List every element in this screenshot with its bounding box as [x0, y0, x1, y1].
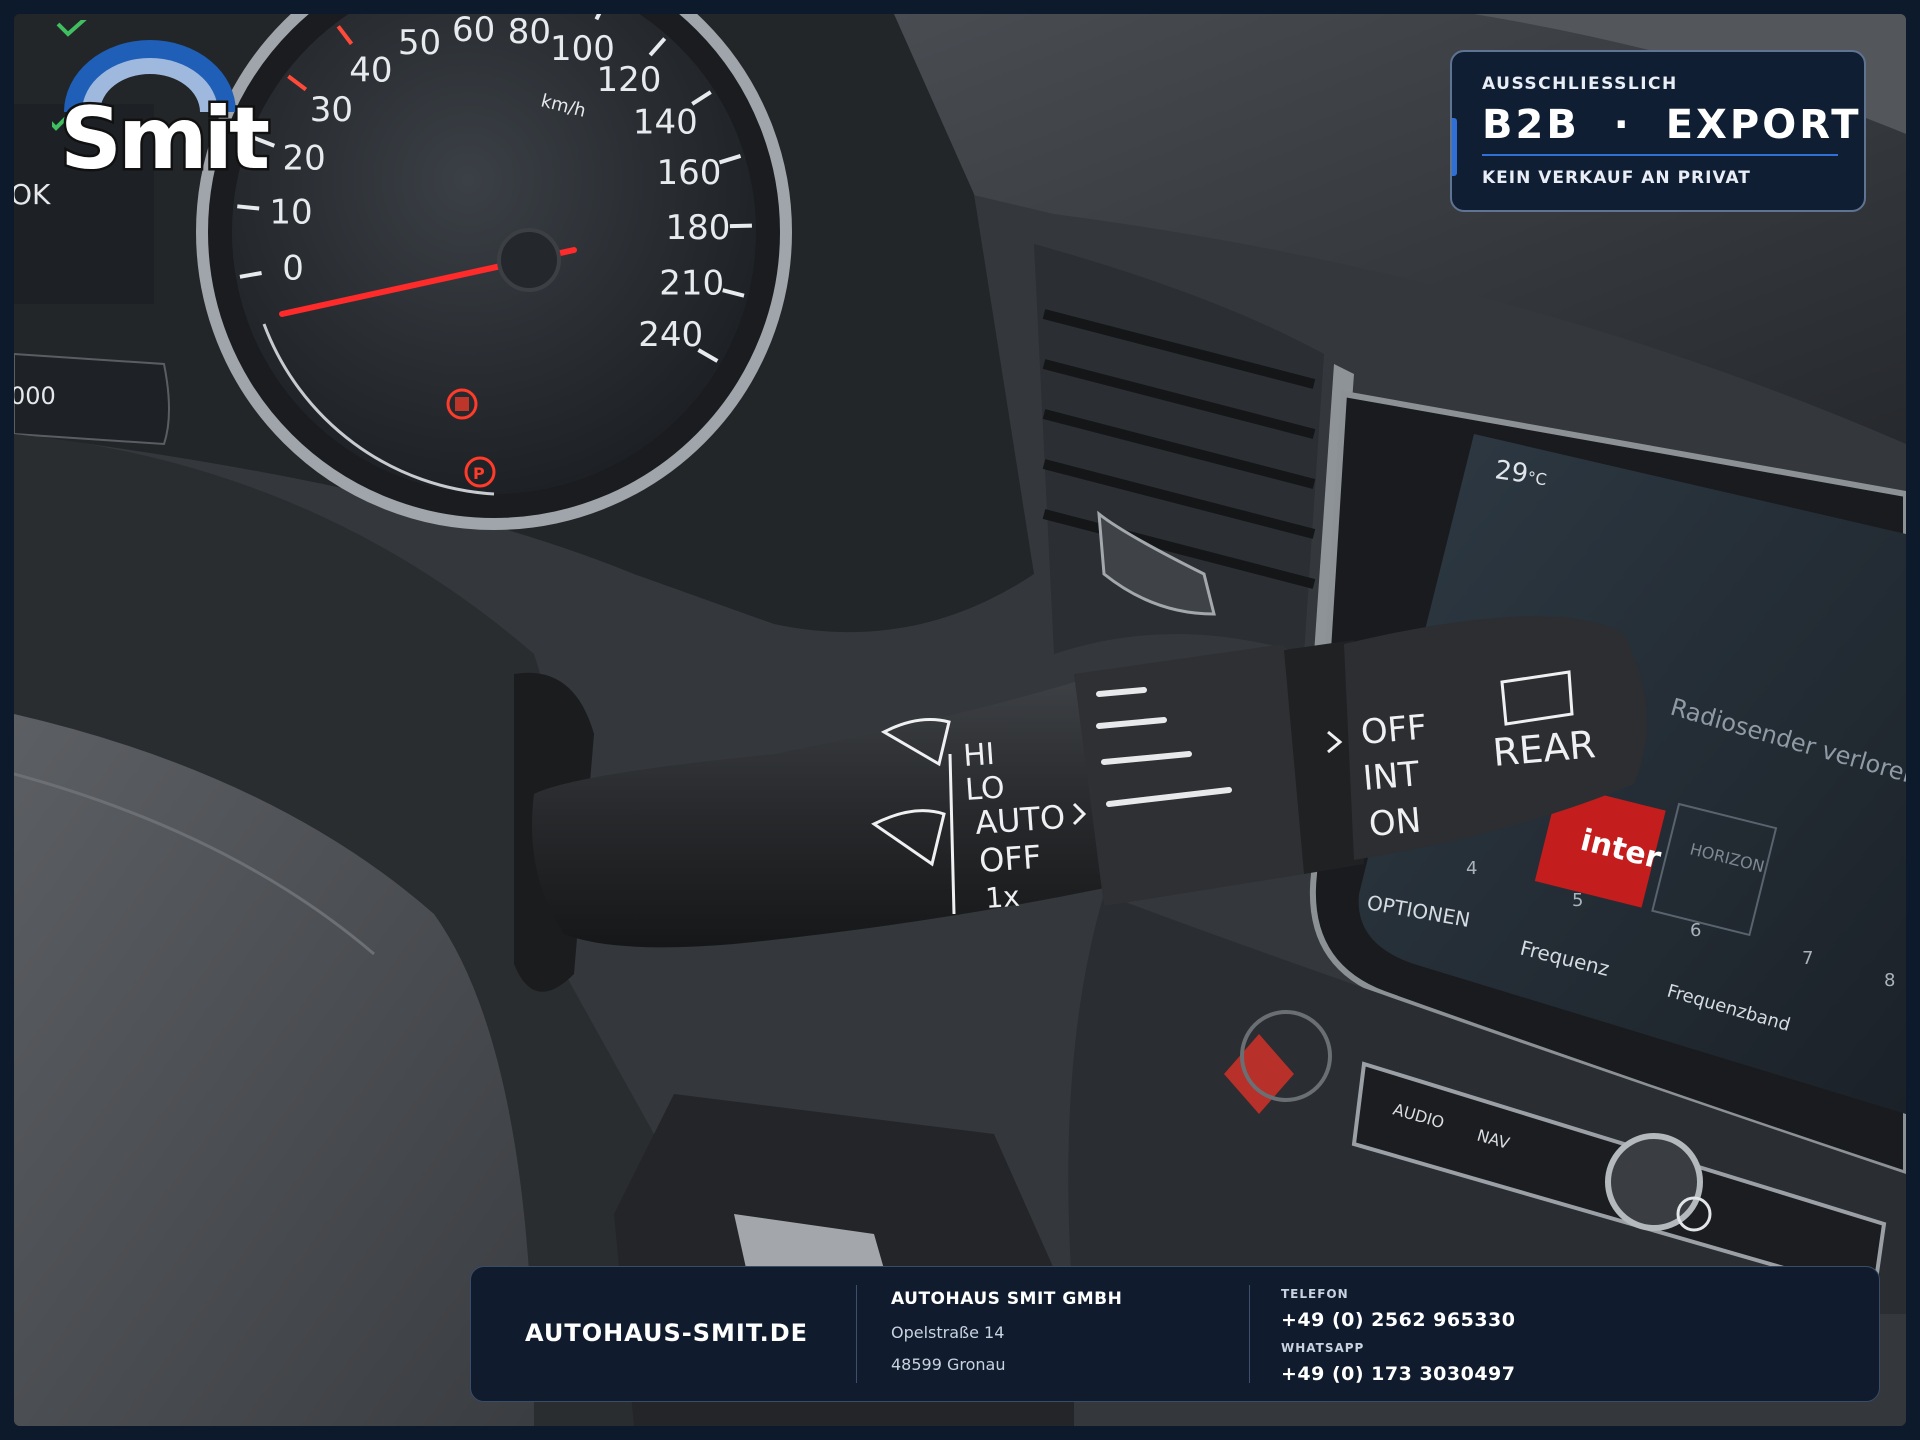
- rear-wiper-label: REAR: [1491, 722, 1597, 775]
- wiper-label-single: 1x: [984, 880, 1021, 915]
- speedometer-tick: [237, 204, 260, 211]
- volume-knob[interactable]: [1605, 1133, 1703, 1231]
- preset-number-7: 7: [1802, 948, 1813, 969]
- whatsapp-label: WHATSAPP: [1281, 1341, 1365, 1355]
- speedometer-tick-label: 50: [398, 23, 441, 63]
- preset-number-6: 6: [1690, 920, 1701, 941]
- car-interior-photo: 0 10 20 30 40 50 60 80 100 120 140 160 180 210 240 km/…: [14, 14, 1906, 1426]
- rear-ring-off: OFF: [1359, 707, 1428, 753]
- speedometer-tick-label: 140: [633, 102, 698, 142]
- badge-top-line: AUSSCHLIESSLICH: [1482, 74, 1678, 94]
- speedometer-tick-label: 80: [508, 14, 551, 52]
- speedometer-tick-label: 40: [349, 50, 392, 90]
- left-display-ok: OK: [14, 178, 51, 211]
- badge-headline: B2B · EXPORT: [1482, 102, 1862, 148]
- speedometer-tick: [729, 223, 752, 229]
- phone-label: TELEFON: [1281, 1287, 1349, 1301]
- speedometer-tick-label: 240: [638, 315, 703, 355]
- rear-ring-on: ON: [1367, 801, 1422, 845]
- speedometer-tick-label: 160: [656, 153, 721, 193]
- preset-number-5: 5: [1572, 890, 1583, 911]
- footer-divider: [856, 1285, 857, 1383]
- left-display-odometer: 000: [14, 382, 56, 410]
- preset-number-4: 4: [1466, 858, 1477, 879]
- needle-hub: [497, 228, 561, 292]
- phone-number[interactable]: +49 (0) 2562 965330: [1281, 1309, 1516, 1331]
- wiper-label-hi: HI: [962, 737, 996, 774]
- speedometer-tick-label: 60: [452, 14, 495, 50]
- speedometer-tick-label: 180: [665, 208, 730, 248]
- rear-ring-int: INT: [1361, 754, 1421, 799]
- wiper-label-off: OFF: [978, 838, 1042, 880]
- whatsapp-number[interactable]: +49 (0) 173 3030497: [1281, 1363, 1516, 1385]
- smit-logo-wordmark: Smit: [57, 89, 272, 189]
- preset-number-8: 8: [1884, 970, 1895, 991]
- company-street: Opelstraße 14: [891, 1323, 1005, 1342]
- badge-bottom-line: KEIN VERKAUF AN PRIVAT: [1482, 168, 1751, 188]
- speedometer-tick-label: 20: [282, 138, 325, 178]
- footer-divider: [1249, 1285, 1250, 1383]
- dealer-contact-bar: AUTOHAUS-SMIT.DE AUTOHAUS SMIT GMBH Opel…: [470, 1266, 1880, 1402]
- badge-divider: [1482, 154, 1838, 156]
- speedometer-tick-label: 10: [269, 193, 312, 233]
- website-link[interactable]: AUTOHAUS-SMIT.DE: [525, 1319, 808, 1347]
- svg-text:P: P: [473, 464, 485, 483]
- listing-photo-frame: 0 10 20 30 40 50 60 80 100 120 140 160 180 210 240 km/…: [0, 0, 1920, 1440]
- company-name: AUTOHAUS SMIT GMBH: [891, 1289, 1123, 1309]
- badge-accent-bar: [1452, 118, 1457, 176]
- speedometer-tick-label: 120: [597, 60, 662, 100]
- speedometer-tick-label: 210: [659, 263, 724, 303]
- speedometer-tick-label: 0: [282, 248, 304, 288]
- speedometer-tick-label: 30: [310, 90, 353, 130]
- wiper-label-auto: AUTO: [974, 798, 1066, 842]
- smit-logo: Smit: [52, 20, 282, 190]
- company-city: 48599 Gronau: [891, 1355, 1006, 1374]
- b2b-export-badge: AUSSCHLIESSLICH B2B · EXPORT KEIN VERKAU…: [1450, 50, 1866, 212]
